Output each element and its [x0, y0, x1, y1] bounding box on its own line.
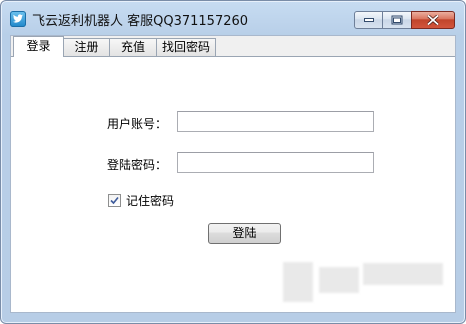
password-input[interactable] [177, 152, 374, 173]
tab-login-label: 登录 [26, 39, 51, 53]
maximize-button[interactable] [382, 11, 412, 29]
password-label: 登陆密码： [107, 158, 168, 172]
app-bird-icon [10, 11, 26, 27]
tab-recharge[interactable]: 充值 [109, 38, 157, 56]
app-window: 飞云返利机器人 客服QQ371157260 登录 注册 充值 找回密码 用户账号… [0, 0, 466, 324]
minimize-icon [363, 18, 374, 22]
account-label: 用户账号： [107, 117, 168, 131]
maximize-icon [391, 15, 403, 25]
login-submit-button[interactable]: 登陆 [208, 223, 281, 244]
tab-recharge-label: 充值 [120, 40, 145, 54]
checkmark-icon [110, 196, 119, 205]
obscured-region [283, 262, 313, 302]
tab-login[interactable]: 登录 [13, 36, 64, 57]
tab-register-label: 注册 [74, 40, 99, 54]
window-title: 飞云返利机器人 客服QQ371157260 [32, 14, 249, 29]
account-input[interactable] [177, 111, 374, 132]
login-panel: 用户账号： 登陆密码： 记住密码 登陆 [11, 56, 455, 312]
window-client-area: 登录 注册 充值 找回密码 用户账号： 登陆密码： 记住密码 登陆 [10, 35, 456, 313]
tab-register[interactable]: 注册 [63, 38, 110, 56]
tab-recover-password-label: 找回密码 [161, 40, 210, 54]
minimize-button[interactable] [354, 11, 383, 29]
close-icon [427, 15, 439, 25]
close-button[interactable] [411, 11, 455, 29]
remember-password-checkbox[interactable] [108, 194, 121, 207]
tab-recover-password[interactable]: 找回密码 [156, 38, 216, 56]
obscured-region [319, 267, 359, 293]
obscured-region [363, 263, 443, 285]
tab-strip: 登录 注册 充值 找回密码 [11, 36, 455, 57]
window-controls [354, 11, 455, 29]
remember-password-label[interactable]: 记住密码 [126, 192, 174, 209]
title-bar[interactable]: 飞云返利机器人 客服QQ371157260 [1, 1, 465, 35]
